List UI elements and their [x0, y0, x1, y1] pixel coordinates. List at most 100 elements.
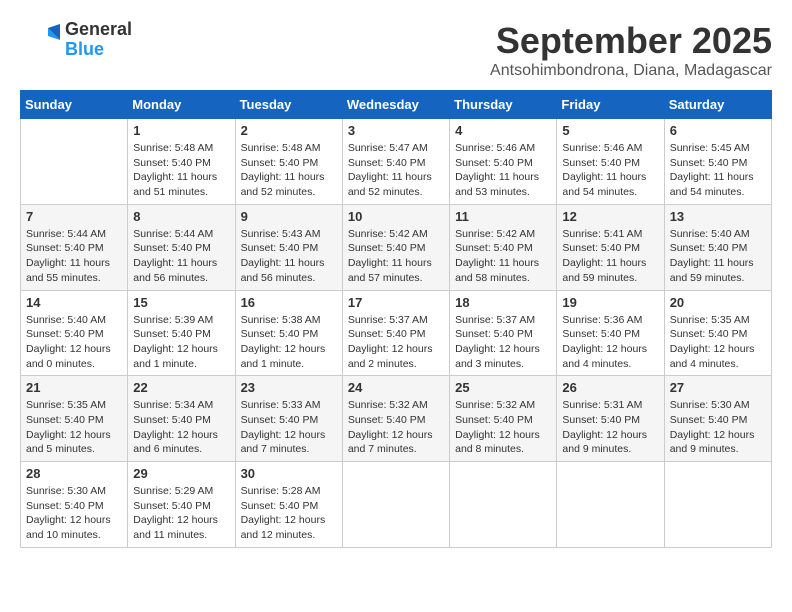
- calendar-cell: 10 Sunrise: 5:42 AM Sunset: 5:40 PM Dayli…: [342, 204, 449, 290]
- calendar-cell: 28 Sunrise: 5:30 AM Sunset: 5:40 PM Dayli…: [21, 462, 128, 548]
- calendar-cell: 18 Sunrise: 5:37 AM Sunset: 5:40 PM Dayli…: [450, 290, 557, 376]
- day-info: Sunrise: 5:46 AM Sunset: 5:40 PM Dayligh…: [455, 141, 551, 200]
- location-title: Antsohimbondrona, Diana, Madagascar: [490, 62, 772, 80]
- calendar-week-1: 1 Sunrise: 5:48 AM Sunset: 5:40 PM Daylig…: [21, 119, 772, 205]
- day-info: Sunrise: 5:44 AM Sunset: 5:40 PM Dayligh…: [133, 227, 229, 286]
- calendar-week-5: 28 Sunrise: 5:30 AM Sunset: 5:40 PM Dayli…: [21, 462, 772, 548]
- calendar-cell: 13 Sunrise: 5:40 AM Sunset: 5:40 PM Dayli…: [664, 204, 771, 290]
- day-info: Sunrise: 5:30 AM Sunset: 5:40 PM Dayligh…: [26, 484, 122, 543]
- header-thursday: Thursday: [450, 91, 557, 119]
- day-number: 16: [241, 295, 337, 310]
- day-info: Sunrise: 5:32 AM Sunset: 5:40 PM Dayligh…: [348, 398, 444, 457]
- calendar-cell: 8 Sunrise: 5:44 AM Sunset: 5:40 PM Daylig…: [128, 204, 235, 290]
- calendar-cell: 14 Sunrise: 5:40 AM Sunset: 5:40 PM Dayli…: [21, 290, 128, 376]
- day-number: 15: [133, 295, 229, 310]
- day-number: 28: [26, 466, 122, 481]
- header-friday: Friday: [557, 91, 664, 119]
- logo-icon: [20, 20, 60, 60]
- calendar-cell: 7Sunrise: 5:44 AM Sunset: 5:40 PM Daylig…: [21, 204, 128, 290]
- calendar-week-4: 21 Sunrise: 5:35 AM Sunset: 5:40 PM Dayli…: [21, 376, 772, 462]
- calendar-cell: [664, 462, 771, 548]
- calendar-cell: 27 Sunrise: 5:30 AM Sunset: 5:40 PM Dayli…: [664, 376, 771, 462]
- calendar-cell: 19 Sunrise: 5:36 AM Sunset: 5:40 PM Dayli…: [557, 290, 664, 376]
- day-number: 29: [133, 466, 229, 481]
- day-info: Sunrise: 5:40 AM Sunset: 5:40 PM Dayligh…: [670, 227, 766, 286]
- calendar-cell: 20Sunrise: 5:35 AM Sunset: 5:40 PM Dayli…: [664, 290, 771, 376]
- calendar-cell: [557, 462, 664, 548]
- day-info: Sunrise: 5:45 AM Sunset: 5:40 PM Dayligh…: [670, 141, 766, 200]
- day-info: Sunrise: 5:48 AM Sunset: 5:40 PM Dayligh…: [133, 141, 229, 200]
- day-number: 19: [562, 295, 658, 310]
- header-monday: Monday: [128, 91, 235, 119]
- day-number: 27: [670, 380, 766, 395]
- header-sunday: Sunday: [21, 91, 128, 119]
- day-info: Sunrise: 5:30 AM Sunset: 5:40 PM Dayligh…: [670, 398, 766, 457]
- calendar-cell: 15 Sunrise: 5:39 AM Sunset: 5:40 PM Dayli…: [128, 290, 235, 376]
- day-number: 18: [455, 295, 551, 310]
- calendar-header-row: SundayMondayTuesdayWednesdayThursdayFrid…: [21, 91, 772, 119]
- day-number: 1: [133, 123, 229, 138]
- day-info: Sunrise: 5:28 AM Sunset: 5:40 PM Dayligh…: [241, 484, 337, 543]
- calendar-cell: 5 Sunrise: 5:46 AM Sunset: 5:40 PM Daylig…: [557, 119, 664, 205]
- title-block: September 2025 Antsohimbondrona, Diana, …: [490, 20, 772, 80]
- day-info: Sunrise: 5:47 AM Sunset: 5:40 PM Dayligh…: [348, 141, 444, 200]
- day-number: 2: [241, 123, 337, 138]
- calendar-week-3: 14 Sunrise: 5:40 AM Sunset: 5:40 PM Dayli…: [21, 290, 772, 376]
- logo-general: General: [65, 20, 132, 40]
- calendar-cell: 25Sunrise: 5:32 AM Sunset: 5:40 PM Dayli…: [450, 376, 557, 462]
- calendar-cell: [342, 462, 449, 548]
- day-number: 14: [26, 295, 122, 310]
- day-info: Sunrise: 5:41 AM Sunset: 5:40 PM Dayligh…: [562, 227, 658, 286]
- day-info: Sunrise: 5:46 AM Sunset: 5:40 PM Dayligh…: [562, 141, 658, 200]
- calendar-cell: 24Sunrise: 5:32 AM Sunset: 5:40 PM Dayli…: [342, 376, 449, 462]
- day-number: 12: [562, 209, 658, 224]
- header-saturday: Saturday: [664, 91, 771, 119]
- page-header: General Blue September 2025 Antsohimbond…: [20, 20, 772, 80]
- calendar-cell: 2 Sunrise: 5:48 AM Sunset: 5:40 PM Daylig…: [235, 119, 342, 205]
- day-info: Sunrise: 5:37 AM Sunset: 5:40 PM Dayligh…: [455, 313, 551, 372]
- day-info: Sunrise: 5:43 AM Sunset: 5:40 PM Dayligh…: [241, 227, 337, 286]
- day-info: Sunrise: 5:35 AM Sunset: 5:40 PM Dayligh…: [26, 398, 122, 457]
- day-number: 20: [670, 295, 766, 310]
- calendar-cell: 26Sunrise: 5:31 AM Sunset: 5:40 PM Dayli…: [557, 376, 664, 462]
- day-info: Sunrise: 5:48 AM Sunset: 5:40 PM Dayligh…: [241, 141, 337, 200]
- day-info: Sunrise: 5:31 AM Sunset: 5:40 PM Dayligh…: [562, 398, 658, 457]
- day-info: Sunrise: 5:42 AM Sunset: 5:40 PM Dayligh…: [455, 227, 551, 286]
- day-number: 7: [26, 209, 122, 224]
- calendar-cell: 21 Sunrise: 5:35 AM Sunset: 5:40 PM Dayli…: [21, 376, 128, 462]
- calendar-cell: 30 Sunrise: 5:28 AM Sunset: 5:40 PM Dayli…: [235, 462, 342, 548]
- day-info: Sunrise: 5:38 AM Sunset: 5:40 PM Dayligh…: [241, 313, 337, 372]
- day-number: 5: [562, 123, 658, 138]
- day-info: Sunrise: 5:39 AM Sunset: 5:40 PM Dayligh…: [133, 313, 229, 372]
- day-number: 6: [670, 123, 766, 138]
- calendar-cell: [21, 119, 128, 205]
- header-wednesday: Wednesday: [342, 91, 449, 119]
- day-number: 21: [26, 380, 122, 395]
- day-number: 23: [241, 380, 337, 395]
- calendar-cell: 12 Sunrise: 5:41 AM Sunset: 5:40 PM Dayli…: [557, 204, 664, 290]
- day-info: Sunrise: 5:40 AM Sunset: 5:40 PM Dayligh…: [26, 313, 122, 372]
- calendar-cell: 16 Sunrise: 5:38 AM Sunset: 5:40 PM Dayli…: [235, 290, 342, 376]
- calendar-week-2: 7 Sunrise: 5:44 AM Sunset: 5:40 PM Daylig…: [21, 204, 772, 290]
- calendar-cell: 17Sunrise: 5:37 AM Sunset: 5:40 PM Dayli…: [342, 290, 449, 376]
- day-info: Sunrise: 5:33 AM Sunset: 5:40 PM Dayligh…: [241, 398, 337, 457]
- day-number: 10: [348, 209, 444, 224]
- logo-text: General Blue: [65, 20, 132, 60]
- calendar-cell: 9 Sunrise: 5:43 AM Sunset: 5:40 PM Daylig…: [235, 204, 342, 290]
- day-number: 8: [133, 209, 229, 224]
- day-number: 22: [133, 380, 229, 395]
- calendar-table: SundayMondayTuesdayWednesdayThursdayFrid…: [20, 90, 772, 548]
- day-number: 9: [241, 209, 337, 224]
- calendar-cell: 29 Sunrise: 5:29 AM Sunset: 5:40 PM Dayli…: [128, 462, 235, 548]
- day-number: 13: [670, 209, 766, 224]
- month-title: September 2025: [490, 20, 772, 62]
- day-number: 30: [241, 466, 337, 481]
- header-tuesday: Tuesday: [235, 91, 342, 119]
- calendar-cell: 4Sunrise: 5:46 AM Sunset: 5:40 PM Daylig…: [450, 119, 557, 205]
- day-info: Sunrise: 5:42 AM Sunset: 5:40 PM Dayligh…: [348, 227, 444, 286]
- day-info: Sunrise: 5:32 AM Sunset: 5:40 PM Dayligh…: [455, 398, 551, 457]
- day-number: 17: [348, 295, 444, 310]
- day-info: Sunrise: 5:29 AM Sunset: 5:40 PM Dayligh…: [133, 484, 229, 543]
- day-info: Sunrise: 5:36 AM Sunset: 5:40 PM Dayligh…: [562, 313, 658, 372]
- calendar-cell: 22Sunrise: 5:34 AM Sunset: 5:40 PM Dayli…: [128, 376, 235, 462]
